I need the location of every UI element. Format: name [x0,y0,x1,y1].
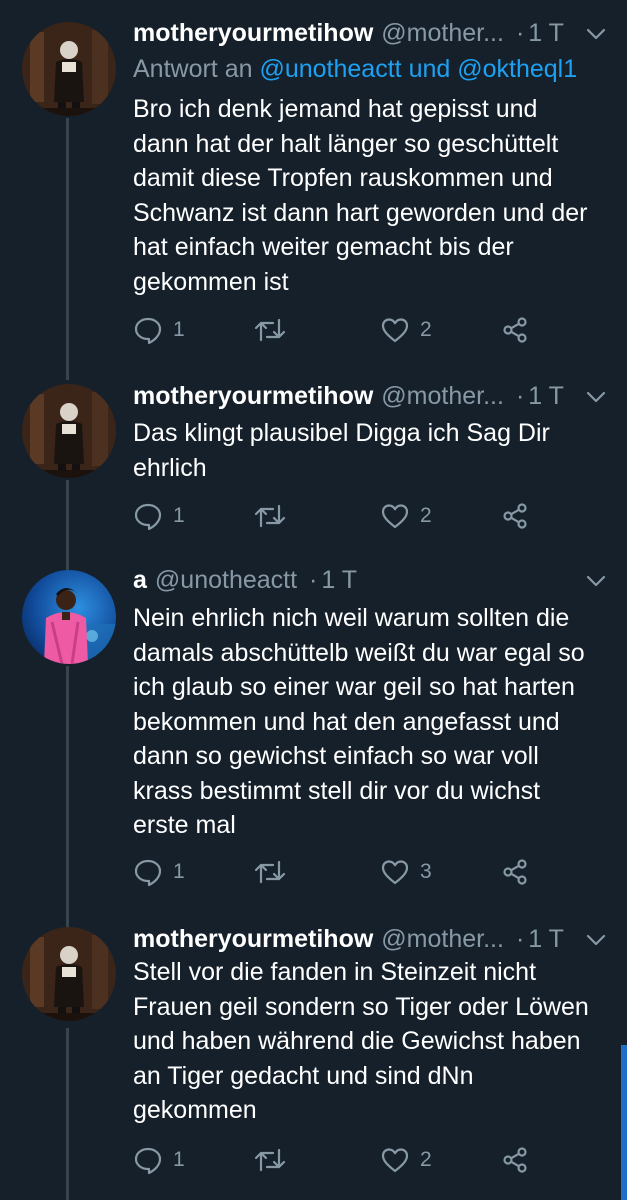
tweet-header: a @unotheactt · 1 T [133,563,607,597]
mention-conjunction: und [408,55,451,83]
reply-count: 1 [173,1148,185,1171]
share-nodes-icon [503,1147,527,1173]
action-bar: 1 2 [133,1143,533,1177]
chevron-down-icon[interactable] [585,23,607,45]
reply-button[interactable]: 1 [133,1143,185,1177]
like-button[interactable]: 3 [380,855,432,889]
reply-to-line: Antwort an @unotheactt und @oktheql1 [133,55,577,84]
reply-to-label: Antwort an [133,55,253,83]
scrollbar-thumb[interactable] [621,1045,627,1200]
separator-dot: · [515,924,525,953]
timestamp[interactable]: 1 T [528,925,564,954]
like-count: 2 [420,318,432,341]
avatar[interactable] [22,22,116,116]
action-bar: 1 2 [133,499,533,533]
like-count: 2 [420,504,432,527]
action-bar: 1 2 [133,313,533,347]
speech-bubble-icon [134,859,162,887]
tweet[interactable]: motheryourmetihow @mother... · 1 T Das k… [0,370,627,550]
speech-bubble-icon [134,503,162,531]
avatar[interactable] [22,384,116,478]
like-count: 2 [420,1148,432,1171]
tweet-text: Das klingt plausibel Digga ich Sag Dir e… [133,419,550,482]
reply-button[interactable]: 1 [133,499,185,533]
separator-dot: · [515,18,525,47]
avatar[interactable] [22,570,116,664]
timestamp[interactable]: 1 T [528,382,564,411]
username-handle[interactable]: @mother... [381,925,504,954]
share-button[interactable] [500,1143,530,1177]
tweet-header: motheryourmetihow @mother... · 1 T [133,379,607,413]
username-handle[interactable]: @mother... [381,382,504,411]
username-handle[interactable]: @unotheactt [155,566,297,595]
action-bar: 1 3 [133,855,533,889]
tweet[interactable]: motheryourmetihow @mother... · 1 T Antwo… [0,0,627,370]
share-nodes-icon [503,317,527,343]
share-nodes-icon [503,859,527,885]
heart-icon [381,318,409,343]
retweet-button[interactable] [253,1143,287,1177]
share-button[interactable] [500,313,530,347]
reply-count: 1 [173,318,185,341]
retweet-arrows-icon [254,504,286,528]
separator-dot: · [309,565,318,594]
heart-icon [381,860,409,885]
reply-count: 1 [173,860,185,883]
mention-link[interactable]: @unotheactt [259,55,401,83]
heart-icon [381,1148,409,1173]
display-name[interactable]: motheryourmetihow [133,19,373,48]
reply-button[interactable]: 1 [133,313,185,347]
share-nodes-icon [503,503,527,529]
display-name[interactable]: motheryourmetihow [133,925,373,954]
avatar[interactable] [22,927,116,1021]
retweet-button[interactable] [253,855,287,889]
tweet-header: motheryourmetihow @mother... · 1 T [133,922,607,956]
chevron-down-icon[interactable] [585,929,607,951]
share-button[interactable] [500,855,530,889]
like-button[interactable]: 2 [380,313,432,347]
retweet-button[interactable] [253,499,287,533]
display-name[interactable]: motheryourmetihow [133,382,373,411]
speech-bubble-icon [134,317,162,345]
retweet-arrows-icon [254,1148,286,1172]
retweet-button[interactable] [253,313,287,347]
tweet[interactable]: a @unotheactt · 1 T Nein ehrlich nich we… [0,550,627,915]
tweet-text: Nein ehrlich nich weil warum sollten die… [133,604,585,839]
tweet-text: Stell vor die fanden in Steinzeit nicht … [133,958,589,1124]
like-button[interactable]: 2 [380,499,432,533]
tweet-header: motheryourmetihow @mother... · 1 T [133,16,607,50]
retweet-arrows-icon [254,860,286,884]
tweet-text: Bro ich denk jemand hat gepisst und dann… [133,95,588,296]
display-name[interactable]: a [133,566,147,595]
timestamp[interactable]: 1 T [528,19,564,48]
timestamp[interactable]: 1 T [321,566,357,595]
username-handle[interactable]: @mother... [381,19,504,48]
retweet-arrows-icon [254,318,286,342]
like-button[interactable]: 2 [380,1143,432,1177]
like-count: 3 [420,860,432,883]
chevron-down-icon[interactable] [585,570,607,592]
reply-count: 1 [173,504,185,527]
speech-bubble-icon [134,1147,162,1175]
share-button[interactable] [500,499,530,533]
mention-link[interactable]: @oktheql1 [457,55,577,83]
reply-button[interactable]: 1 [133,855,185,889]
heart-icon [381,504,409,529]
tweet[interactable]: motheryourmetihow @mother... · 1 T Stell… [0,915,627,1200]
chevron-down-icon[interactable] [585,386,607,408]
separator-dot: · [515,381,525,410]
